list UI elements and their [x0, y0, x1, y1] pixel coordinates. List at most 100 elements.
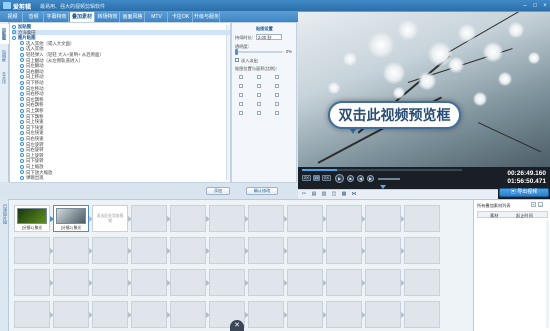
- empty-slot[interactable]: [170, 269, 206, 296]
- empty-slot[interactable]: [248, 237, 284, 264]
- empty-slot[interactable]: [53, 237, 89, 264]
- sidebar-tab-add-sticker[interactable]: 加贴图: [0, 24, 9, 44]
- empty-slot[interactable]: [248, 205, 284, 232]
- position-cell[interactable]: [257, 93, 261, 97]
- clip-slot[interactable]: [分镜1] 聚光: [14, 205, 50, 232]
- empty-slot[interactable]: [131, 269, 167, 296]
- empty-slot[interactable]: [209, 237, 245, 264]
- save-icon[interactable]: ▥: [320, 191, 328, 198]
- position-cell[interactable]: [239, 93, 243, 97]
- empty-slot[interactable]: [404, 269, 440, 296]
- tab-0[interactable]: 视频: [3, 12, 23, 22]
- empty-slot[interactable]: [53, 301, 89, 328]
- screenshot-icon[interactable]: ◫: [330, 191, 338, 198]
- overlay-list-scrollbar[interactable]: [546, 220, 549, 328]
- empty-slot[interactable]: [365, 237, 401, 264]
- add-clip-slot[interactable]: 双击此处添加视频: [92, 205, 128, 232]
- position-cell[interactable]: [275, 84, 279, 88]
- tab-1[interactable]: 音频: [24, 12, 44, 22]
- timeline-side-tab[interactable]: 已添加片段: [0, 199, 9, 331]
- empty-slot[interactable]: [170, 301, 206, 328]
- speed-fast-button[interactable]: 2X: [322, 175, 331, 181]
- empty-slot[interactable]: [287, 205, 323, 232]
- empty-slot[interactable]: [365, 205, 401, 232]
- position-cell[interactable]: [275, 93, 279, 97]
- share-icon[interactable]: ⋈: [350, 191, 358, 198]
- sidebar-tab-add-frame[interactable]: 加相框: [0, 46, 9, 66]
- position-cell[interactable]: [275, 102, 279, 106]
- minimize-button[interactable]: –: [520, 2, 530, 10]
- position-cell[interactable]: [239, 75, 243, 79]
- position-cell[interactable]: [239, 84, 243, 88]
- empty-slot[interactable]: [326, 301, 362, 328]
- empty-slot[interactable]: [404, 301, 440, 328]
- position-cell[interactable]: [257, 102, 261, 106]
- folder-icon[interactable]: ▤: [310, 191, 318, 198]
- collapse-handle-icon[interactable]: ✕: [230, 320, 244, 331]
- transparency-slider[interactable]: [235, 51, 283, 53]
- maximize-button[interactable]: □: [530, 2, 540, 10]
- empty-slot[interactable]: [92, 269, 128, 296]
- close-button[interactable]: ×: [540, 2, 550, 10]
- position-cell[interactable]: [239, 111, 243, 115]
- position-cell[interactable]: [275, 111, 279, 115]
- empty-slot[interactable]: [209, 205, 245, 232]
- empty-slot[interactable]: [92, 301, 128, 328]
- effect-list-item[interactable]: 弹跳出现: [20, 175, 230, 181]
- position-cell[interactable]: [257, 75, 261, 79]
- add-button[interactable]: 添加: [206, 187, 230, 195]
- volume-slider[interactable]: [378, 178, 400, 180]
- duration-input[interactable]: 2.00 秒: [256, 34, 282, 40]
- empty-slot[interactable]: [248, 301, 284, 328]
- tab-5[interactable]: 画面风格: [121, 12, 145, 22]
- empty-slot[interactable]: [14, 269, 50, 296]
- cut-icon[interactable]: ✂: [300, 191, 308, 198]
- empty-slot[interactable]: [209, 269, 245, 296]
- confirm-edit-button[interactable]: 确认修改: [246, 187, 278, 195]
- empty-slot[interactable]: [170, 205, 206, 232]
- fade-checkbox[interactable]: [235, 58, 239, 62]
- prev-frame-button[interactable]: ◀: [357, 175, 364, 182]
- tab-4[interactable]: 转场特效: [96, 12, 120, 22]
- empty-slot[interactable]: [131, 301, 167, 328]
- empty-slot[interactable]: [365, 269, 401, 296]
- stop-button[interactable]: ■: [347, 175, 354, 182]
- empty-slot[interactable]: [131, 237, 167, 264]
- sidebar-tab-remove-watermark[interactable]: 去水印: [0, 68, 9, 88]
- empty-slot[interactable]: [404, 205, 440, 232]
- video-preview[interactable]: 双击此视频预览框: [298, 12, 550, 167]
- empty-slot[interactable]: [14, 237, 50, 264]
- empty-slot[interactable]: [131, 205, 167, 232]
- empty-slot[interactable]: [53, 269, 89, 296]
- play-button[interactable]: ▶: [335, 174, 344, 183]
- tab-7[interactable]: 卡拉OK: [169, 12, 193, 22]
- empty-slot[interactable]: [326, 237, 362, 264]
- next-frame-button[interactable]: ▶: [367, 175, 374, 182]
- speed-normal-button[interactable]: 1X: [313, 175, 320, 181]
- tab-3[interactable]: 叠加素材: [70, 12, 95, 22]
- speed-slow-button[interactable]: 2X: [302, 175, 311, 181]
- delete-overlay-icon[interactable]: –: [538, 202, 543, 207]
- empty-slot[interactable]: [287, 237, 323, 264]
- empty-slot[interactable]: [287, 269, 323, 296]
- empty-slot[interactable]: [248, 269, 284, 296]
- add-overlay-icon[interactable]: +: [531, 202, 536, 207]
- empty-slot[interactable]: [14, 301, 50, 328]
- empty-slot[interactable]: [326, 269, 362, 296]
- grid-icon[interactable]: ▦: [340, 191, 348, 198]
- empty-slot[interactable]: [404, 237, 440, 264]
- empty-slot[interactable]: [365, 301, 401, 328]
- position-cell[interactable]: [257, 111, 261, 115]
- empty-slot[interactable]: [92, 237, 128, 264]
- empty-slot[interactable]: [326, 205, 362, 232]
- empty-slot[interactable]: [287, 301, 323, 328]
- empty-slot[interactable]: [170, 237, 206, 264]
- tab-2[interactable]: 字幕特效: [45, 12, 69, 22]
- transparency-slider-knob[interactable]: [235, 49, 238, 55]
- tab-8[interactable]: 升级与服务: [194, 12, 220, 22]
- position-cell[interactable]: [239, 102, 243, 106]
- tab-6[interactable]: MTV: [146, 12, 168, 22]
- export-video-button[interactable]: ▣ 导出视频: [499, 188, 549, 197]
- position-cell[interactable]: [257, 84, 261, 88]
- clip-slot[interactable]: [分镜2] 聚光: [53, 205, 89, 232]
